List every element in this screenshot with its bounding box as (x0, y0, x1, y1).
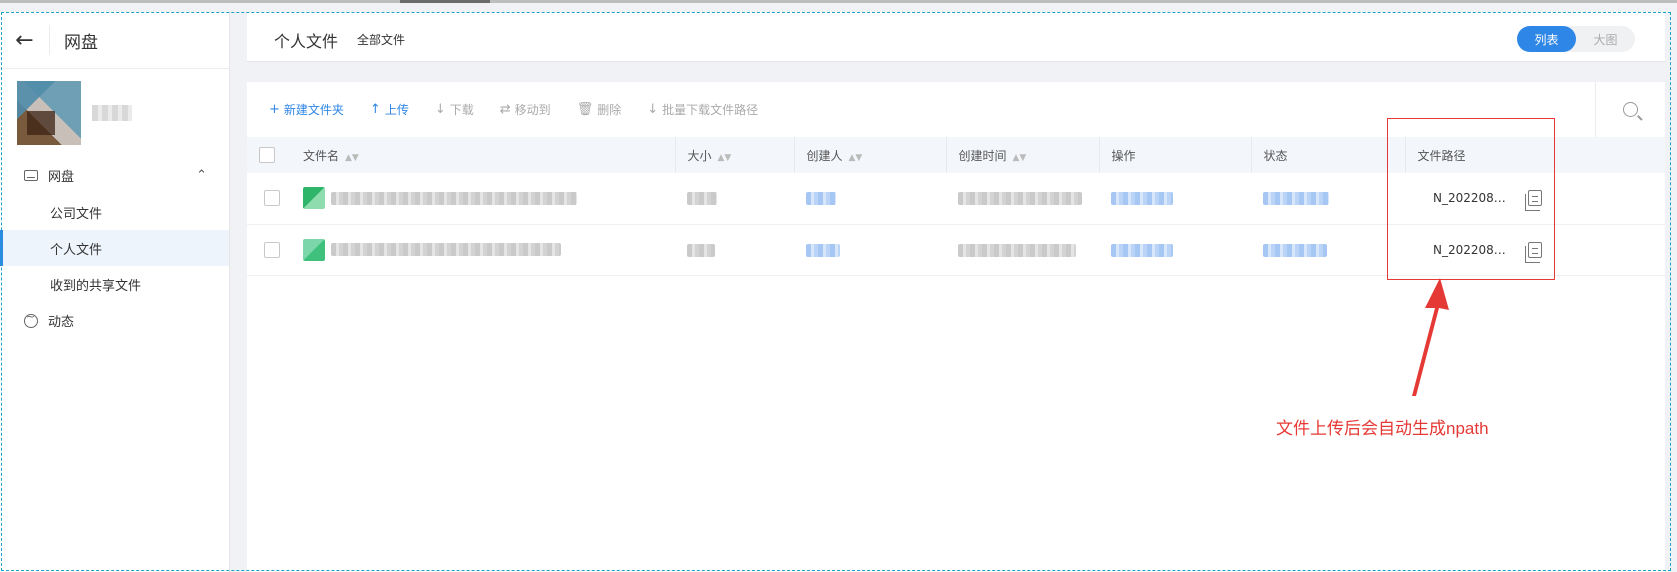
search-button[interactable] (1595, 82, 1665, 137)
sidebar-title: 网盘 (64, 32, 98, 53)
avatar[interactable] (17, 81, 81, 145)
search-icon (1623, 102, 1638, 117)
row-checkbox[interactable] (264, 241, 280, 258)
move-to-button[interactable]: ⇄ 移动到 (500, 101, 551, 118)
file-icon (303, 238, 325, 261)
download-button[interactable]: ↓ 下载 (435, 101, 474, 118)
user-profile (0, 69, 229, 149)
creator-blurred[interactable] (806, 192, 836, 206)
username-blurred (92, 105, 132, 121)
row-checkbox[interactable] (264, 190, 280, 207)
sidebar-item-shared-files[interactable]: 收到的共享文件 (0, 266, 229, 302)
filename-blurred[interactable] (331, 191, 577, 205)
sort-icon[interactable]: ▲▼ (1013, 153, 1027, 163)
size-blurred (687, 192, 717, 206)
sort-icon[interactable]: ▲▼ (345, 153, 359, 163)
new-folder-label: 新建文件夹 (283, 103, 344, 117)
sort-icon[interactable]: ▲▼ (718, 153, 732, 163)
select-all-checkbox[interactable] (259, 147, 275, 163)
table-row[interactable]: N_202208_... (247, 173, 1665, 224)
actions-blurred[interactable] (1111, 192, 1173, 206)
copy-icon[interactable] (1525, 190, 1542, 212)
sidebar-item-label: 网盘 (48, 170, 75, 185)
grid-view-button[interactable]: 大图 (1576, 26, 1635, 52)
npath-value: N_202208_... (1433, 242, 1508, 257)
creator-blurred[interactable] (806, 243, 840, 257)
page-title: 个人文件 (274, 32, 339, 51)
back-arrow-icon[interactable]: ← (0, 25, 50, 55)
batch-download-path-button[interactable]: ↓ 批量下载文件路径 (647, 101, 758, 118)
file-icon (303, 187, 325, 210)
annotation-text: 文件上传后会自动生成npath (1276, 419, 1489, 438)
page-header: 个人文件 全部文件 列表 大图 (247, 12, 1665, 62)
upload-icon: ↑ (369, 102, 381, 117)
actions-blurred[interactable] (1111, 243, 1173, 257)
sidebar-header: ← 网盘 (0, 12, 229, 69)
col-header-file-path: 文件路径 (1417, 148, 1466, 163)
created-time-blurred (958, 243, 1076, 257)
status-blurred (1263, 243, 1327, 257)
sidebar-item-company-files[interactable]: 公司文件 (0, 194, 229, 230)
swap-icon: ⇄ (499, 102, 511, 117)
toolbar: + 新建文件夹 ↑ 上传 ↓ 下载 ⇄ 移动到 🗑 删除 ↓ 批量下载文件路径 (247, 82, 1665, 137)
col-header-actions: 操作 (1099, 137, 1252, 173)
sort-icon[interactable]: ▲▼ (849, 153, 863, 163)
filename-blurred[interactable] (331, 243, 561, 256)
col-header-status: 状态 (1251, 137, 1406, 173)
upload-label: 上传 (384, 103, 409, 117)
sidebar-nav: 网盘 ⌃ 公司文件 个人文件 收到的共享文件 动态 (0, 157, 229, 339)
size-blurred (687, 243, 715, 257)
delete-label: 删除 (597, 103, 622, 117)
sidebar-item-label: 动态 (48, 315, 75, 330)
col-header-created-time[interactable]: 创建时间 ▲▼ (946, 137, 1100, 173)
select-all-cell (247, 137, 291, 173)
download-icon: ↓ (647, 102, 659, 117)
move-to-label: 移动到 (514, 103, 551, 117)
sidebar-item-activity[interactable]: 动态 (0, 302, 229, 339)
activity-icon (24, 313, 38, 328)
batch-download-path-label: 批量下载文件路径 (662, 103, 759, 117)
sidebar-item-personal-files[interactable]: 个人文件 (0, 230, 229, 266)
list-view-button[interactable]: 列表 (1517, 26, 1576, 52)
sidebar-item-netdisk[interactable]: 网盘 ⌃ (0, 157, 229, 194)
table-header-row: 文件名 ▲▼ 大小 ▲▼ 创建人 ▲▼ 创建时间 ▲▼ 操作 状态 文件路径 (247, 137, 1665, 173)
new-folder-button[interactable]: + 新建文件夹 (269, 101, 344, 118)
file-table: 文件名 ▲▼ 大小 ▲▼ 创建人 ▲▼ 创建时间 ▲▼ 操作 状态 文件路径 N_202… (247, 137, 1665, 276)
window-top-edge (0, 0, 1677, 3)
view-toggle: 列表 大图 (1517, 26, 1635, 52)
col-header-size[interactable]: 大小 ▲▼ (675, 137, 795, 173)
status-blurred (1263, 192, 1329, 206)
delete-button[interactable]: 🗑 删除 (577, 101, 622, 118)
created-time-blurred (958, 192, 1082, 206)
trash-icon: 🗑 (576, 102, 594, 117)
download-label: 下载 (449, 103, 474, 117)
col-header-creator[interactable]: 创建人 ▲▼ (794, 137, 947, 173)
sidebar: ← 网盘 网盘 ⌃ 公司文件 个人文件 收到的共享文件 动态 (0, 12, 230, 572)
chevron-up-icon[interactable]: ⌃ (196, 168, 207, 183)
table-row[interactable]: N_202208_... (247, 224, 1665, 275)
copy-icon[interactable] (1525, 241, 1542, 263)
col-header-filename[interactable]: 文件名 ▲▼ (291, 137, 676, 173)
download-icon: ↓ (434, 102, 446, 117)
upload-button[interactable]: ↑ 上传 (370, 101, 409, 118)
npath-value: N_202208_... (1433, 191, 1508, 206)
plus-icon: + (269, 102, 280, 117)
breadcrumb[interactable]: 全部文件 (357, 31, 405, 48)
annotation-arrow-icon (1412, 278, 1449, 396)
hard-drive-icon (24, 169, 38, 183)
